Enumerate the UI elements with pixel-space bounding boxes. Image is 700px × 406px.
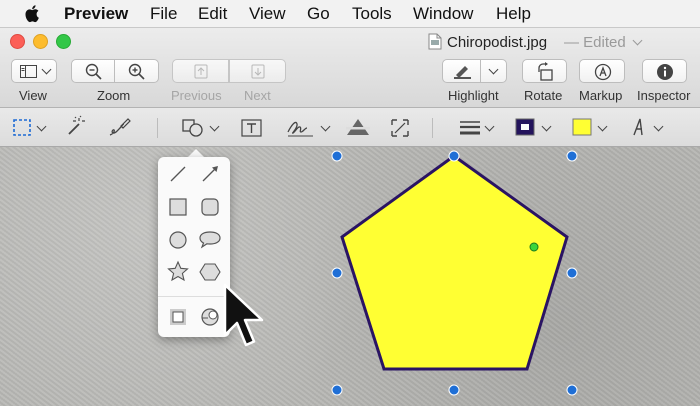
- zoom-label: Zoom: [97, 88, 131, 103]
- sketch-icon[interactable]: [107, 114, 133, 140]
- shape-adjust-handle[interactable]: [529, 242, 539, 252]
- edited-status[interactable]: — Edited: [564, 34, 626, 51]
- rectangle-icon[interactable]: [165, 194, 191, 220]
- next-button[interactable]: [229, 59, 286, 83]
- menu-bar: Preview File Edit View Go Tools Window H…: [0, 0, 700, 28]
- window-title: Chiropodist.jpg: [447, 34, 548, 51]
- zoom-in-icon: [128, 63, 145, 80]
- close-button[interactable]: [10, 34, 25, 49]
- zoom-out-icon: [85, 63, 102, 80]
- resize-handle[interactable]: [566, 150, 578, 162]
- fill-color-chevron-icon[interactable]: [597, 121, 608, 132]
- resize-handle[interactable]: [331, 267, 343, 279]
- markup-toolbar-button[interactable]: [579, 59, 625, 83]
- shapes-icon[interactable]: [180, 114, 206, 140]
- resize-handle[interactable]: [331, 384, 343, 396]
- info-icon: [657, 64, 673, 80]
- highlight-label: Highlight: [448, 88, 499, 103]
- inspector-button[interactable]: [642, 59, 687, 83]
- text-style-icon[interactable]: [629, 114, 651, 140]
- rotate-label: Rotate: [524, 88, 563, 103]
- highlight-button[interactable]: [442, 59, 481, 83]
- arrow-icon[interactable]: [197, 161, 223, 187]
- text-style-chevron-icon[interactable]: [653, 121, 664, 132]
- menu-help[interactable]: Help: [496, 4, 531, 24]
- pentagon-annotation[interactable]: [0, 147, 700, 406]
- minimize-button[interactable]: [33, 34, 48, 49]
- markup-label: Markup: [579, 88, 623, 103]
- resize-handle[interactable]: [448, 384, 460, 396]
- mouse-cursor-icon: [223, 283, 264, 347]
- menu-tools[interactable]: Tools: [352, 4, 392, 24]
- previous-label: Previous: [171, 88, 222, 103]
- chevron-down-icon: [41, 64, 52, 75]
- title-chevron-icon: [632, 35, 643, 46]
- shapes-chevron-icon[interactable]: [209, 121, 220, 132]
- window-toolbar: Chiropodist.jpg — Edited View Zoom Previ…: [0, 28, 700, 108]
- previous-page-icon: [194, 64, 208, 79]
- highlight-menu-button[interactable]: [480, 59, 507, 83]
- resize-handle[interactable]: [448, 150, 460, 162]
- view-button[interactable]: [11, 59, 57, 83]
- apple-icon[interactable]: [25, 4, 41, 23]
- sidebar-icon: [20, 65, 37, 78]
- border-color-icon[interactable]: [514, 114, 536, 140]
- previous-button[interactable]: [172, 59, 229, 83]
- star-icon[interactable]: [165, 259, 191, 285]
- polygon-icon[interactable]: [197, 259, 223, 285]
- jpg-file-icon: [428, 33, 442, 50]
- rotate-icon: [538, 62, 553, 81]
- adjust-size-icon[interactable]: [389, 114, 411, 140]
- menu-view[interactable]: View: [249, 4, 286, 24]
- highlighter-icon: [454, 66, 471, 79]
- markup-icon: [594, 63, 612, 81]
- menu-window[interactable]: Window: [413, 4, 473, 24]
- resize-handle[interactable]: [331, 150, 343, 162]
- rounded-rectangle-icon[interactable]: [197, 194, 223, 220]
- shape-style-icon[interactable]: [458, 114, 482, 140]
- toolbar-separator: [432, 118, 433, 138]
- app-menu[interactable]: Preview: [64, 4, 128, 24]
- resize-handle[interactable]: [566, 384, 578, 396]
- text-icon[interactable]: [240, 114, 264, 140]
- sign-chevron-icon[interactable]: [320, 121, 331, 132]
- view-label: View: [19, 88, 47, 103]
- selection-chevron-icon[interactable]: [36, 121, 47, 132]
- fill-color-icon[interactable]: [571, 114, 593, 140]
- menu-go[interactable]: Go: [307, 4, 330, 24]
- sign-icon[interactable]: [285, 114, 317, 140]
- shapes-popup: [158, 157, 230, 337]
- shape-style-chevron-icon[interactable]: [484, 121, 495, 132]
- menu-file[interactable]: File: [150, 4, 177, 24]
- zoom-out-button[interactable]: [71, 59, 115, 83]
- popup-divider: [158, 296, 230, 297]
- toolbar-separator: [157, 118, 158, 138]
- inspector-label: Inspector: [637, 88, 691, 103]
- oval-icon[interactable]: [165, 227, 191, 253]
- rect-selection-icon[interactable]: [12, 114, 32, 140]
- chevron-down-icon: [488, 64, 499, 75]
- markup-toolbar: [0, 108, 700, 147]
- menu-edit[interactable]: Edit: [198, 4, 227, 24]
- zoom-in-button[interactable]: [114, 59, 159, 83]
- border-color-chevron-icon[interactable]: [541, 121, 552, 132]
- loupe-icon[interactable]: [197, 304, 223, 330]
- rotate-button[interactable]: [522, 59, 567, 83]
- instant-alpha-icon[interactable]: [64, 114, 86, 140]
- mask-icon[interactable]: [165, 304, 191, 330]
- next-page-icon: [251, 64, 265, 79]
- speech-bubble-icon[interactable]: [197, 227, 223, 253]
- line-icon[interactable]: [165, 161, 191, 187]
- adjust-color-icon[interactable]: [344, 114, 372, 140]
- zoom-window-button[interactable]: [56, 34, 71, 49]
- resize-handle[interactable]: [566, 267, 578, 279]
- next-label: Next: [244, 88, 271, 103]
- pentagon-shape[interactable]: [340, 154, 569, 371]
